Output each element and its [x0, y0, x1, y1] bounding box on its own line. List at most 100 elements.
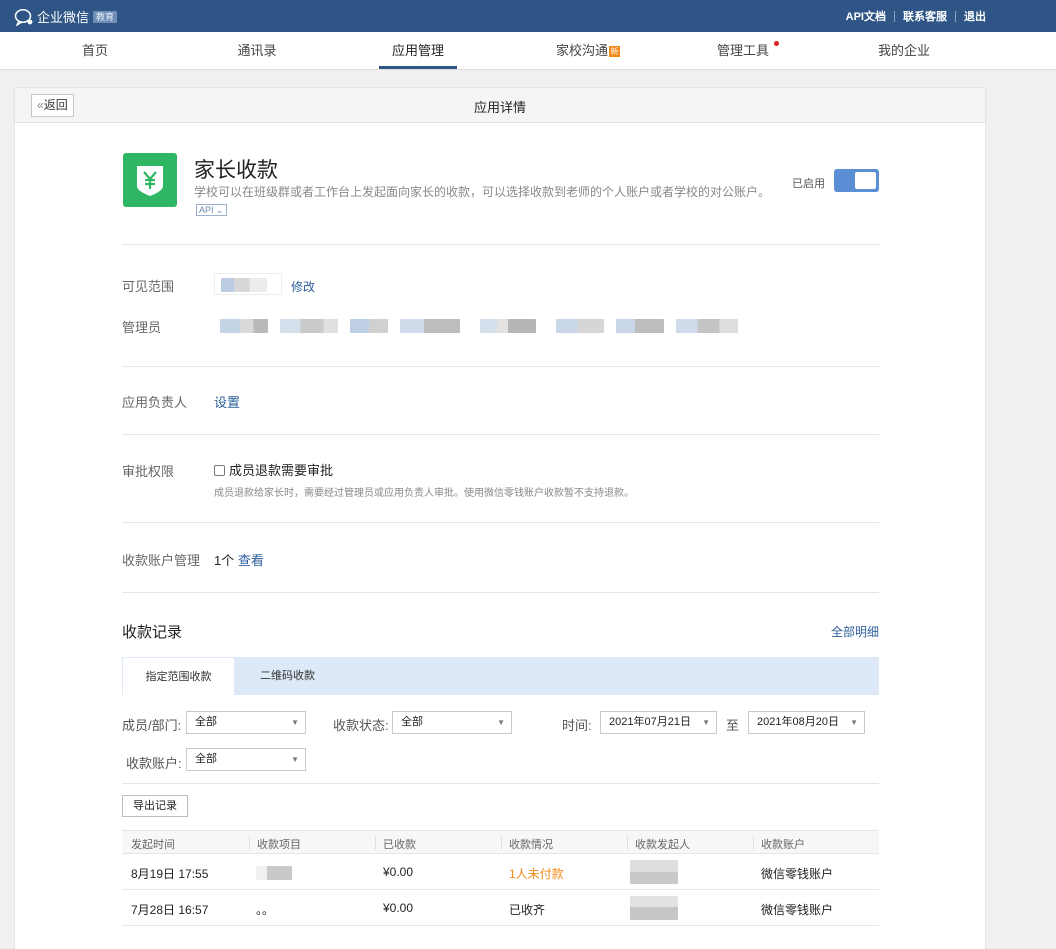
select-value: 2021年07月21日 [609, 716, 691, 728]
nav-item-label: 我的企业 [877, 43, 930, 58]
end-date-select[interactable]: 2021年08月20日 ▼ [748, 711, 865, 734]
column-header: 收款项目 [257, 839, 301, 851]
edit-visibility-link[interactable]: 修改 [291, 278, 315, 295]
status-filter-label: 收款状态: [333, 718, 389, 733]
divider [122, 244, 879, 245]
view-accounts-link[interactable]: 查看 [238, 553, 264, 568]
logout-link[interactable]: 退出 [964, 8, 986, 24]
redacted-block [350, 319, 388, 333]
column-divider [627, 836, 628, 850]
top-bar: 企业微信 教育 API文档 联系客服 退出 [0, 0, 1056, 32]
column-header: 收款发起人 [635, 839, 690, 851]
top-links: API文档 联系客服 退出 [846, 8, 986, 24]
visibility-tag [214, 273, 282, 295]
yen-shield-icon [137, 166, 163, 196]
account-filter-label: 收款账户: [126, 756, 182, 771]
redacted-block [676, 319, 738, 333]
column-header: 收款账户 [761, 839, 805, 851]
set-owner-link[interactable]: 设置 [214, 392, 240, 411]
select-value: 全部 [401, 716, 423, 728]
panel-header: «返回 应用详情 [15, 88, 985, 123]
caret-down-icon: ▼ [497, 718, 505, 727]
refund-approval-checkbox[interactable]: 成员退款需要审批 [214, 460, 333, 479]
nav-item-app-management[interactable]: 应用管理 [379, 32, 457, 70]
to-label: 至 [726, 718, 740, 733]
nav-item-label: 首页 [81, 43, 108, 58]
caret-down-icon: ▼ [291, 755, 299, 764]
wecom-logo-icon [14, 8, 34, 27]
member-select[interactable]: 全部 ▼ [186, 711, 306, 734]
new-badge: 新 [609, 46, 620, 57]
page-title: 应用详情 [473, 100, 526, 115]
cell-received: ¥0.00 [383, 901, 414, 915]
status-select[interactable]: 全部 ▼ [392, 711, 512, 734]
app-detail-panel: «返回 应用详情 家长收款 学校可以在班级群或者工作台上发起面向家长的收款，可以… [14, 87, 986, 949]
status-label: 已启用 [792, 178, 825, 190]
nav-item-admin-tools[interactable]: 管理工具 [714, 32, 779, 70]
cell-account: 微信零钱账户 [761, 867, 834, 881]
nav-item-my-company[interactable]: 我的企业 [872, 32, 936, 70]
cell-time: 8月19日 17:55 [131, 867, 209, 881]
table-row[interactable]: 8月19日 17:55 ¥0.00 1人未付款 微信零钱账户 [122, 854, 879, 890]
member-filter-label: 成员/部门: [122, 718, 182, 733]
nav-item-label: 应用管理 [391, 43, 444, 58]
redacted-block [630, 860, 678, 884]
admin-list [212, 311, 852, 341]
all-details-link[interactable]: 全部明细 [831, 623, 879, 640]
checkbox-label: 成员退款需要审批 [229, 463, 334, 478]
cell-status: 1人未付款 [509, 867, 564, 881]
app-icon [123, 153, 177, 207]
account-count: 1个 查看 [214, 550, 264, 569]
column-header: 发起时间 [131, 839, 175, 851]
redacted-block [256, 866, 292, 880]
redacted-block [556, 319, 604, 333]
redacted-block [221, 278, 267, 292]
redacted-block [480, 319, 536, 333]
nav-item-contacts[interactable]: 通讯录 [225, 32, 289, 70]
accounts-label: 收款账户管理 [122, 553, 201, 568]
account-count-value: 1个 [214, 553, 235, 568]
caret-down-icon: ▼ [702, 718, 710, 727]
cell-account: 微信零钱账户 [761, 903, 834, 917]
nav-item-label: 通讯录 [237, 43, 277, 58]
chevron-down-icon: ⌄ [216, 205, 224, 215]
column-divider [375, 836, 376, 850]
time-filter-label: 时间: [562, 718, 592, 733]
app-name: 家长收款 [194, 159, 278, 182]
logo[interactable]: 企业微信 教育 [14, 7, 118, 27]
records-title: 收款记录 [122, 624, 183, 641]
table-row[interactable]: 7月28日 16:57 。。 ¥0.00 已收齐 微信零钱账户 [122, 890, 879, 926]
contact-support-link[interactable]: 联系客服 [903, 8, 947, 24]
redacted-block [616, 319, 664, 333]
divider [122, 522, 879, 523]
approval-label: 审批权限 [122, 464, 175, 479]
cell-status: 已收齐 [509, 903, 546, 917]
divider [122, 366, 879, 367]
enable-toggle[interactable] [834, 169, 879, 192]
nav-item-home[interactable]: 首页 [70, 32, 120, 70]
api-tag[interactable]: API ⌄ [196, 204, 227, 216]
edition-badge: 教育 [93, 10, 118, 23]
divider [955, 10, 956, 22]
divider [894, 10, 895, 22]
export-records-button[interactable]: 导出记录 [122, 795, 188, 817]
select-value: 全部 [195, 753, 217, 765]
app-description-text: 学校可以在班级群或者工作台上发起面向家长的收款，可以选择收款到老师的个人账户或者… [194, 185, 771, 199]
toggle-knob [855, 172, 876, 189]
checkbox[interactable] [214, 465, 225, 476]
nav-item-label: 家校沟通 [555, 43, 608, 58]
divider [122, 434, 879, 435]
account-select[interactable]: 全部 ▼ [186, 748, 306, 771]
column-divider [249, 836, 250, 850]
cell-time: 7月28日 16:57 [131, 903, 209, 917]
nav-item-home-school[interactable]: 家校沟通新 [548, 32, 628, 70]
cell-received: ¥0.00 [383, 865, 414, 879]
select-value: 全部 [195, 716, 217, 728]
start-date-select[interactable]: 2021年07月21日 ▼ [600, 711, 717, 734]
admins-label: 管理员 [122, 320, 162, 335]
api-docs-link[interactable]: API文档 [846, 8, 886, 24]
column-divider [501, 836, 502, 850]
tab-scoped-collection[interactable]: 指定范围收款 [122, 657, 235, 695]
tab-qr-collection[interactable]: 二维码收款 [235, 657, 340, 695]
redacted-block [400, 319, 460, 333]
